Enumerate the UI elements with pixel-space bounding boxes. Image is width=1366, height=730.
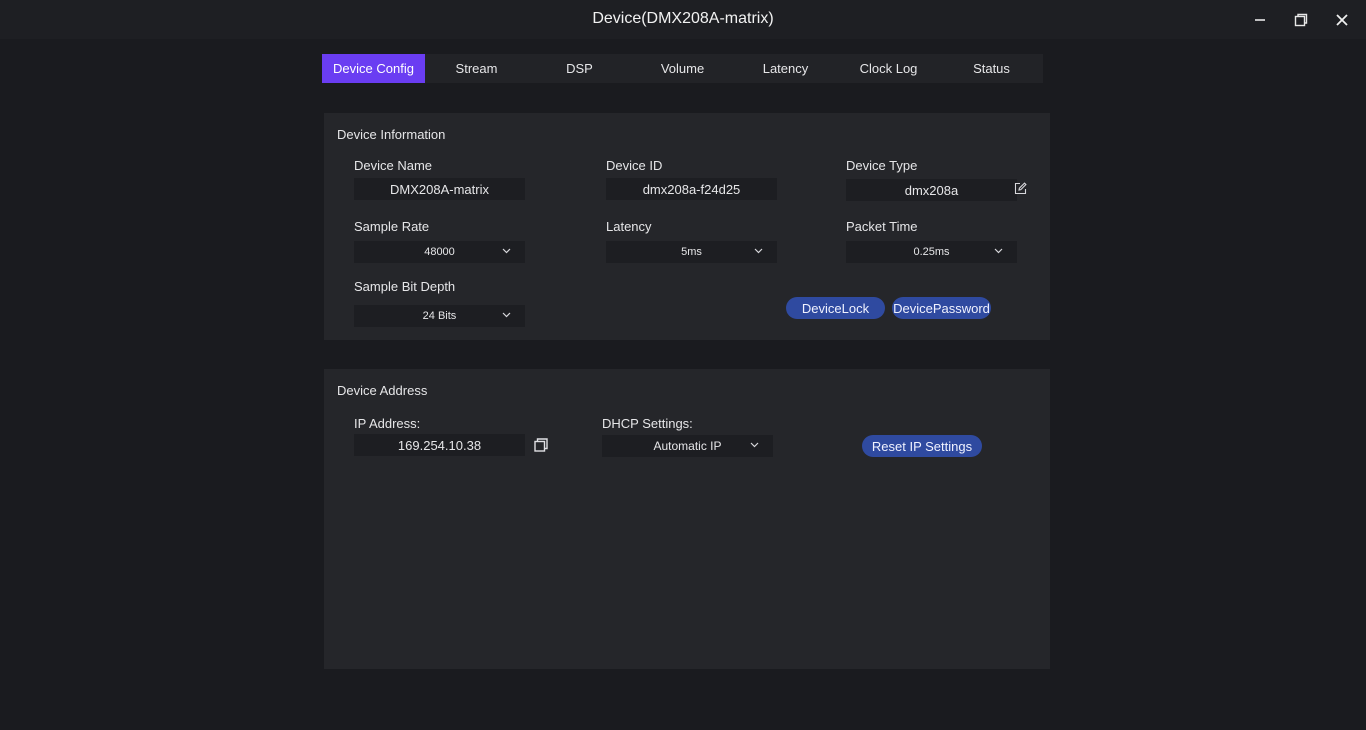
tab-latency[interactable]: Latency: [734, 54, 837, 83]
tab-clock-log[interactable]: Clock Log: [837, 54, 940, 83]
bit-depth-label: Sample Bit Depth: [354, 279, 456, 294]
device-type-label: Device Type: [846, 158, 918, 173]
copy-ip-button[interactable]: [534, 438, 548, 457]
tab-bar: Device Config Stream DSP Volume Latency …: [322, 54, 1043, 83]
ip-address-field[interactable]: 169.254.10.38: [354, 434, 525, 456]
edit-icon: [1014, 182, 1027, 195]
ip-address-label: IP Address:: [354, 416, 421, 431]
copy-icon: [534, 438, 548, 452]
close-icon: [1336, 13, 1348, 26]
device-type-field: dmx208a: [846, 179, 1017, 201]
dhcp-settings-select[interactable]: Automatic IP: [602, 435, 773, 457]
chevron-down-icon: [750, 442, 759, 448]
packet-time-select[interactable]: 0.25ms: [846, 241, 1017, 263]
title-bar: Device(DMX208A-matrix): [0, 0, 1366, 39]
packet-time-label: Packet Time: [846, 219, 918, 234]
close-button[interactable]: [1321, 0, 1363, 39]
chevron-down-icon: [994, 248, 1003, 254]
device-password-button[interactable]: DevicePassword: [892, 297, 991, 319]
tab-dsp[interactable]: DSP: [528, 54, 631, 83]
device-id-field: dmx208a-f24d25: [606, 178, 777, 200]
device-information-title: Device Information: [337, 127, 446, 142]
dhcp-settings-value: Automatic IP: [653, 439, 722, 453]
chevron-down-icon: [502, 312, 511, 318]
chevron-down-icon: [754, 248, 763, 254]
sample-rate-label: Sample Rate: [354, 219, 430, 234]
bit-depth-select[interactable]: 24 Bits: [354, 305, 525, 327]
device-lock-button[interactable]: DeviceLock: [786, 297, 885, 319]
device-type-value: dmx208a: [904, 182, 959, 198]
ip-address-value: 169.254.10.38: [397, 437, 482, 453]
packet-time-value: 0.25ms: [913, 246, 950, 258]
sample-rate-select[interactable]: 48000: [354, 241, 525, 263]
tab-status[interactable]: Status: [940, 54, 1043, 83]
device-name-value: DMX208A-matrix: [390, 181, 489, 197]
window-title: Device(DMX208A-matrix): [592, 10, 774, 27]
minimize-button[interactable]: [1239, 0, 1281, 39]
tab-stream[interactable]: Stream: [425, 54, 528, 83]
minimize-icon: [1255, 18, 1265, 21]
device-id-value: dmx208a-f24d25: [642, 181, 741, 197]
device-information-panel: Device Information Device Name DMX208A-m…: [324, 113, 1050, 340]
latency-select[interactable]: 5ms: [606, 241, 777, 263]
edit-device-type-button[interactable]: [1014, 182, 1027, 200]
restore-icon: [1294, 13, 1308, 26]
restore-button[interactable]: [1280, 0, 1322, 39]
device-id-label: Device ID: [606, 158, 663, 173]
reset-ip-settings-button[interactable]: Reset IP Settings: [862, 435, 982, 457]
device-address-panel: Device Address IP Address: 169.254.10.38…: [324, 369, 1050, 669]
sample-rate-value: 48000: [424, 246, 455, 258]
latency-value: 5ms: [681, 246, 702, 258]
chevron-down-icon: [502, 248, 511, 254]
tab-device-config[interactable]: Device Config: [322, 54, 425, 83]
device-name-field[interactable]: DMX208A-matrix: [354, 178, 525, 200]
tab-volume[interactable]: Volume: [631, 54, 734, 83]
dhcp-settings-label: DHCP Settings:: [602, 416, 693, 431]
device-address-title: Device Address: [337, 383, 428, 398]
bit-depth-value: 24 Bits: [422, 310, 457, 322]
device-name-label: Device Name: [354, 158, 433, 173]
latency-label: Latency: [606, 219, 652, 234]
